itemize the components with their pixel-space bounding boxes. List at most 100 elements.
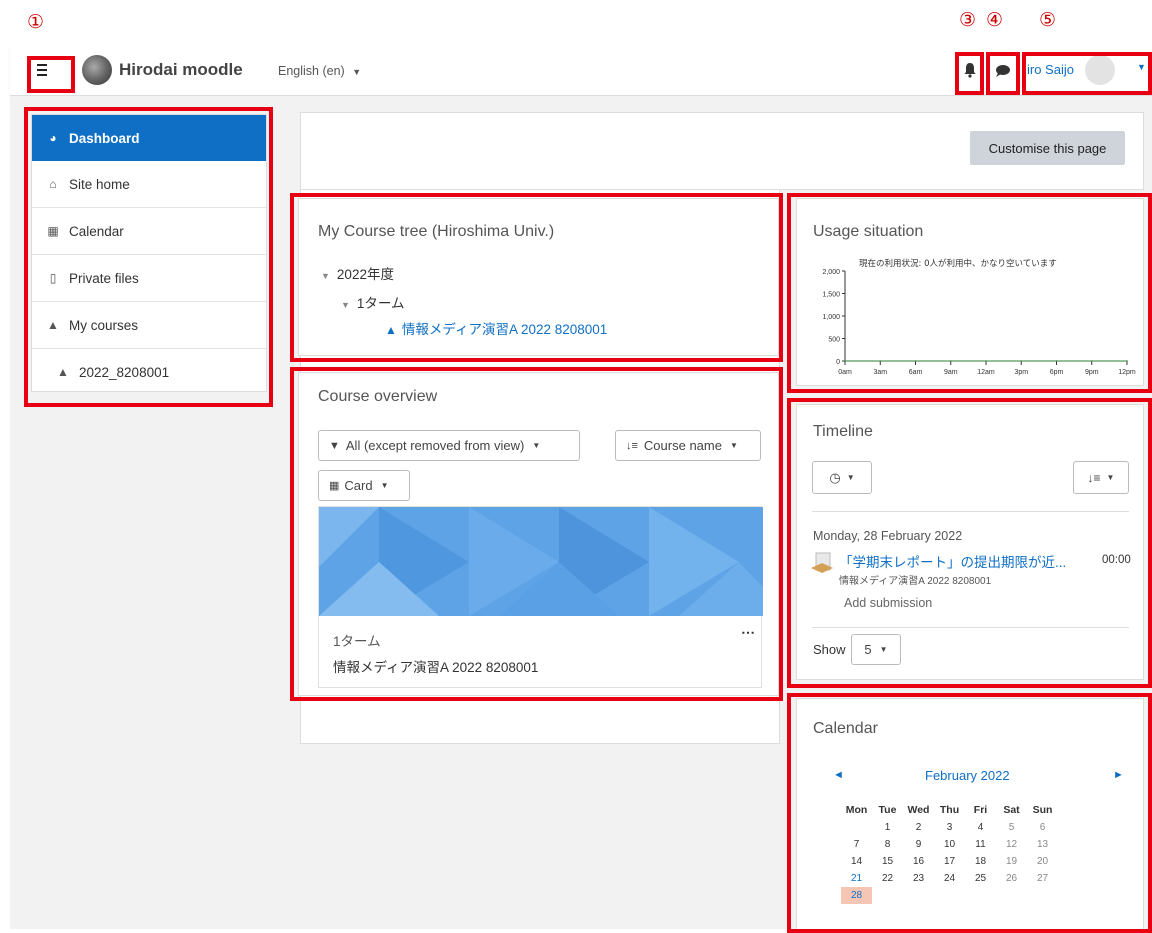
customise-bar: Customise this page <box>300 112 1144 190</box>
usage-chart: 現在の利用状況: 0人が利用中、かなり空いています 2,000 1,500 1,000… <box>822 258 1136 376</box>
timeline-event-link[interactable]: 「学期末レポート」の提出期限が近... <box>839 551 1066 571</box>
calendar-day[interactable]: 12 <box>996 836 1027 853</box>
calendar-block: Calendar ◄ February 2022 ► Mon Tue Wed Thu F… <box>796 698 1144 929</box>
calendar-month-title[interactable]: February 2022 <box>925 768 1010 783</box>
messages-button[interactable] <box>993 61 1013 79</box>
graduation-cap-icon: ▲ <box>385 323 397 337</box>
calendar-day[interactable]: 19 <box>996 853 1027 870</box>
calendar-day[interactable]: 28 <box>841 887 872 904</box>
nav-item-dashboard[interactable]: ◕ Dashboard <box>32 115 266 161</box>
calendar-day[interactable]: 1 <box>872 819 903 836</box>
weekday-header: Fri <box>973 804 988 816</box>
calendar-day[interactable]: 13 <box>1027 836 1058 853</box>
show-count-dropdown[interactable]: 5 ▼ <box>851 634 901 665</box>
usage-block: Usage situation 現在の利用状況: 0人が利用中、かなり空いていま… <box>796 198 1144 386</box>
timeline-event-course: 情報メディア演習A 2022 8208001 <box>839 576 992 587</box>
weekday-header: Sun <box>1032 804 1053 816</box>
chart-title: 現在の利用状況: 0人が利用中、かなり空いています <box>859 258 1057 269</box>
calendar-day[interactable]: 10 <box>934 836 965 853</box>
chevron-down-icon: ▼ <box>352 67 362 77</box>
course-card-menu-icon[interactable]: ⋯ <box>741 624 755 641</box>
timeline-filter-dropdown[interactable]: ◷ ▼ <box>812 461 872 494</box>
course-overview-block: Course overview ▼ All (except removed fr… <box>298 372 779 696</box>
clock-icon: ◷ <box>829 469 841 485</box>
calendar-day[interactable]: 24 <box>934 870 965 887</box>
nav-item-site-home[interactable]: ⌂ Site home <box>32 161 266 208</box>
calendar-day[interactable]: 2 <box>903 819 934 836</box>
timeline-sort-dropdown[interactable]: ↓≡ ▼ <box>1073 461 1129 494</box>
calendar-day[interactable]: 16 <box>903 853 934 870</box>
x-tick-label: 6am <box>909 369 923 376</box>
user-menu[interactable]: iro Saijo ▼ <box>1025 53 1150 87</box>
x-tick-label: 3pm <box>1014 369 1028 376</box>
dashboard-icon: ◕ <box>49 131 57 145</box>
nav-item-course-2022[interactable]: ▲ 2022_8208001 <box>32 349 266 395</box>
site-name[interactable]: Hirodai moodle <box>119 60 243 80</box>
tree-node-year[interactable]: ▼ 2022年度 <box>321 263 394 283</box>
calendar-day[interactable]: 22 <box>872 870 903 887</box>
calendar-day[interactable]: 4 <box>965 819 996 836</box>
calendar-day[interactable]: 26 <box>996 870 1027 887</box>
y-tick-label: 1,500 <box>822 292 840 299</box>
timeline-event-time: 00:00 <box>1102 554 1131 566</box>
nav-item-calendar[interactable]: ▦ Calendar <box>32 208 266 255</box>
x-tick-label: 12am <box>977 369 995 376</box>
tree-course-link[interactable]: ▲ 情報メディア演習A 2022 8208001 <box>385 318 607 338</box>
calendar-day[interactable]: 14 <box>841 853 872 870</box>
calendar-day[interactable]: 6 <box>1027 819 1058 836</box>
marker-5: ⑤ <box>1039 9 1057 31</box>
series-point <box>985 360 987 362</box>
series-point <box>1126 360 1128 362</box>
nav-item-label: Calendar <box>69 223 124 239</box>
weekday-header: Mon <box>845 804 868 816</box>
series-point <box>844 360 846 362</box>
next-month-arrow-icon[interactable]: ► <box>1113 769 1124 781</box>
calendar-day[interactable]: 8 <box>872 836 903 853</box>
user-menu-chevron-icon: ▼ <box>1137 62 1146 72</box>
calendar-day[interactable]: 3 <box>934 819 965 836</box>
customise-page-button[interactable]: Customise this page <box>970 131 1125 165</box>
calendar-day[interactable]: 9 <box>903 836 934 853</box>
nav-item-label: Private files <box>69 270 139 286</box>
marker-3: ③ <box>959 9 977 31</box>
nav-item-my-courses[interactable]: ▲ My courses <box>32 302 266 349</box>
calendar-day[interactable]: 18 <box>965 853 996 870</box>
language-label: English (en) <box>278 64 345 78</box>
course-overview-title: Course overview <box>318 388 438 405</box>
calendar-day[interactable]: 17 <box>934 853 965 870</box>
tree-node-term[interactable]: ▼ 1ターム <box>341 292 405 312</box>
sort-dropdown[interactable]: ↓≡ Course name ▼ <box>615 430 761 461</box>
view-dropdown[interactable]: ▦ Card ▼ <box>318 470 410 501</box>
timeline-date: Monday, 28 February 2022 <box>813 529 963 543</box>
hamburger-menu-button[interactable] <box>30 60 52 80</box>
notifications-button[interactable] <box>961 61 979 79</box>
prev-month-arrow-icon[interactable]: ◄ <box>833 769 844 781</box>
caret-down-icon: ▼ <box>321 271 330 281</box>
timeline-block: Timeline ◷ ▼ ↓≡ ▼ Monday, 28 February 20… <box>796 404 1144 680</box>
add-submission-link[interactable]: Add submission <box>844 596 932 610</box>
calendar-week: 28 <box>841 887 1058 904</box>
nav-item-private-files[interactable]: ▯ Private files <box>32 255 266 302</box>
filter-dropdown[interactable]: ▼ All (except removed from view) ▼ <box>318 430 580 461</box>
calendar-day[interactable]: 25 <box>965 870 996 887</box>
calendar-day[interactable]: 20 <box>1027 853 1058 870</box>
course-card[interactable]: 1ターム ⋯ 情報メディア演習A 2022 8208001 <box>318 506 763 688</box>
calendar-day[interactable]: 21 <box>841 870 872 887</box>
calendar-day[interactable]: 7 <box>841 836 872 853</box>
course-card-name[interactable]: 情報メディア演習A 2022 8208001 <box>333 656 538 676</box>
course-card-category: 1ターム <box>333 634 381 649</box>
series-point <box>914 360 917 362</box>
divider <box>812 511 1129 512</box>
calendar-day[interactable]: 15 <box>872 853 903 870</box>
view-label: Card <box>344 478 373 493</box>
x-tick-label: 9pm <box>1085 369 1099 376</box>
calendar-day[interactable]: 27 <box>1027 870 1058 887</box>
calendar-day[interactable]: 23 <box>903 870 934 887</box>
x-tick-label: 12pm <box>1118 369 1136 376</box>
calendar-title: Calendar <box>813 720 878 737</box>
calendar-day[interactable]: 11 <box>965 836 996 853</box>
calendar-week: 7 8 9 10 11 12 13 <box>841 836 1058 853</box>
calendar-day[interactable]: 5 <box>996 819 1027 836</box>
language-menu[interactable]: English (en) ▼ <box>278 64 361 78</box>
timeline-title: Timeline <box>813 423 873 440</box>
